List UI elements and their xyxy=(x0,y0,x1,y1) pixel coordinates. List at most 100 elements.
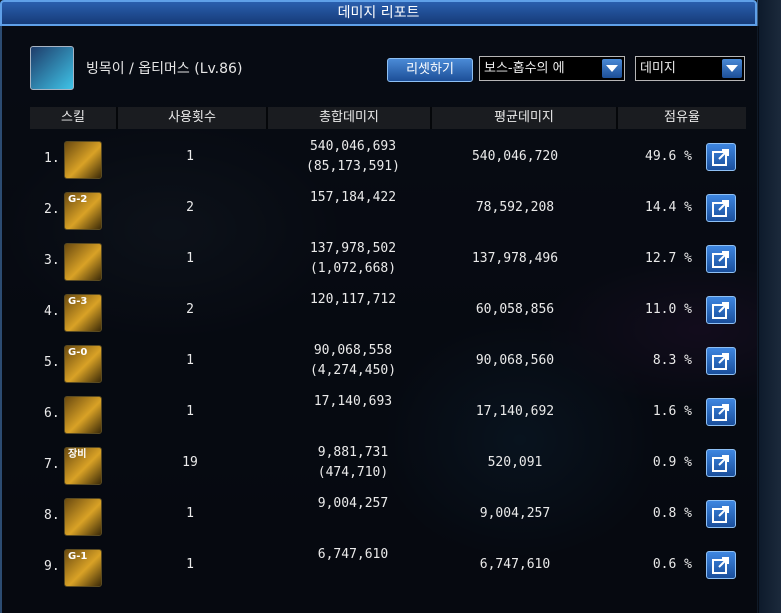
column-header-skill[interactable]: 스킬 xyxy=(30,107,118,129)
row-total-damage: 90,068,558 (4,274,450) xyxy=(300,341,406,381)
row-rank: 9. xyxy=(44,559,60,574)
share-button[interactable] xyxy=(706,398,736,426)
share-icon xyxy=(712,506,729,523)
skill-icon[interactable]: G-0 xyxy=(64,345,102,383)
share-icon xyxy=(712,404,729,421)
share-button[interactable] xyxy=(706,347,736,375)
row-rank: 3. xyxy=(44,253,60,268)
table-header: 스킬 사용횟수 총합데미지 평균데미지 점유율 xyxy=(30,107,746,129)
row-total-value: 90,068,558 xyxy=(313,343,393,358)
table-row: 6. 1 17,140,693 17,140,692 1.6 % xyxy=(0,392,757,442)
row-use-count: 1 xyxy=(186,251,194,266)
share-icon xyxy=(712,149,729,166)
row-total-damage: 540,046,693 (85,173,591) xyxy=(300,137,406,177)
row-total-value: 540,046,693 xyxy=(309,139,397,154)
row-use-count: 1 xyxy=(186,506,194,521)
row-total-sub: (1,072,668) xyxy=(309,261,397,276)
row-total-damage: 137,978,502 (1,072,668) xyxy=(300,239,406,279)
character-label: 빙목이 / 옵티머스 (Lv.86) xyxy=(86,61,243,77)
row-total-sub: (4,274,450) xyxy=(309,363,397,378)
row-share: 0.9 % xyxy=(652,455,692,470)
target-select[interactable]: 보스-홉수의 에 xyxy=(479,56,625,81)
row-use-count: 2 xyxy=(186,302,194,317)
skill-icon[interactable]: G-1 xyxy=(64,549,102,587)
share-icon xyxy=(712,455,729,472)
row-share: 1.6 % xyxy=(652,404,692,419)
share-button[interactable] xyxy=(706,194,736,222)
row-rank: 4. xyxy=(44,304,60,319)
row-avg-damage: 9,004,257 xyxy=(479,506,551,521)
row-share: 12.7 % xyxy=(645,251,692,266)
table-row: 4. G-3 2 120,117,712 60,058,856 11.0 % xyxy=(0,290,757,340)
row-rank: 6. xyxy=(44,406,60,421)
share-button[interactable] xyxy=(706,449,736,477)
reset-button[interactable]: 리셋하기 xyxy=(387,58,473,82)
skill-icon[interactable] xyxy=(64,141,102,179)
row-total-value: 17,140,693 xyxy=(313,394,393,409)
row-share: 11.0 % xyxy=(645,302,692,317)
skill-icon[interactable]: G-3 xyxy=(64,294,102,332)
row-rank: 1. xyxy=(44,151,60,166)
row-use-count: 1 xyxy=(186,149,194,164)
skill-icon[interactable]: G-2 xyxy=(64,192,102,230)
right-scroll-edge xyxy=(757,0,781,613)
row-total-value: 9,004,257 xyxy=(317,496,389,511)
skill-icon[interactable]: 장비 xyxy=(64,447,102,485)
row-share: 0.8 % xyxy=(652,506,692,521)
row-share: 14.4 % xyxy=(645,200,692,215)
row-use-count: 1 xyxy=(186,557,194,572)
row-rank: 8. xyxy=(44,508,60,523)
table-row: 2. G-2 2 157,184,422 78,592,208 14.4 % xyxy=(0,188,757,238)
share-button[interactable] xyxy=(706,551,736,579)
chevron-down-icon[interactable] xyxy=(602,59,622,78)
table-row: 5. G-0 1 90,068,558 (4,274,450) 90,068,560 8.3… xyxy=(0,341,757,391)
row-total-damage: 120,117,712 xyxy=(300,290,406,310)
share-icon xyxy=(712,200,729,217)
share-icon xyxy=(712,353,729,370)
skill-icon[interactable] xyxy=(64,396,102,434)
row-avg-damage: 90,068,560 xyxy=(475,353,555,368)
column-header-use-count[interactable]: 사용횟수 xyxy=(118,107,268,129)
character-portrait-icon xyxy=(30,46,74,90)
skill-icon[interactable] xyxy=(64,498,102,536)
row-total-damage: 157,184,422 xyxy=(300,188,406,208)
share-button[interactable] xyxy=(706,245,736,273)
share-button[interactable] xyxy=(706,500,736,528)
skill-icon-label: 장비 xyxy=(68,449,87,460)
row-avg-damage: 60,058,856 xyxy=(475,302,555,317)
chevron-down-icon[interactable] xyxy=(722,59,742,78)
metric-select[interactable]: 데미지 xyxy=(635,56,745,81)
row-avg-damage: 17,140,692 xyxy=(475,404,555,419)
row-use-count: 2 xyxy=(186,200,194,215)
share-icon xyxy=(712,557,729,574)
column-header-avg-damage[interactable]: 평균데미지 xyxy=(432,107,618,129)
row-total-damage: 9,004,257 xyxy=(300,494,406,514)
row-total-damage: 9,881,731 (474,710) xyxy=(300,443,406,483)
metric-select-value: 데미지 xyxy=(640,61,676,76)
row-share: 0.6 % xyxy=(652,557,692,572)
row-share: 49.6 % xyxy=(645,149,692,164)
table-row: 7. 장비 19 9,881,731 (474,710) 520,091 0.9 % xyxy=(0,443,757,493)
column-header-total-damage[interactable]: 총합데미지 xyxy=(268,107,432,129)
row-total-value: 120,117,712 xyxy=(309,292,397,307)
share-icon xyxy=(712,251,729,268)
skill-icon-label: G-2 xyxy=(68,194,88,205)
table-row: 1. 1 540,046,693 (85,173,591) 540,046,720 49.… xyxy=(0,137,757,187)
window-title: 데미지 리포트 xyxy=(337,5,420,21)
row-total-value: 9,881,731 xyxy=(317,445,389,460)
share-button[interactable] xyxy=(706,296,736,324)
row-avg-damage: 78,592,208 xyxy=(475,200,555,215)
row-total-damage: 17,140,693 xyxy=(300,392,406,412)
share-button[interactable] xyxy=(706,143,736,171)
window-titlebar[interactable]: 데미지 리포트 xyxy=(0,0,757,26)
skill-icon-label: G-1 xyxy=(68,551,88,562)
row-avg-damage: 540,046,720 xyxy=(471,149,559,164)
table-row: 8. 1 9,004,257 9,004,257 0.8 % xyxy=(0,494,757,544)
row-rank: 7. xyxy=(44,457,60,472)
row-avg-damage: 137,978,496 xyxy=(471,251,559,266)
row-avg-damage: 520,091 xyxy=(487,455,543,470)
column-header-share[interactable]: 점유율 xyxy=(618,107,746,129)
row-total-value: 157,184,422 xyxy=(309,190,397,205)
skill-icon[interactable] xyxy=(64,243,102,281)
row-total-value: 6,747,610 xyxy=(317,547,389,562)
